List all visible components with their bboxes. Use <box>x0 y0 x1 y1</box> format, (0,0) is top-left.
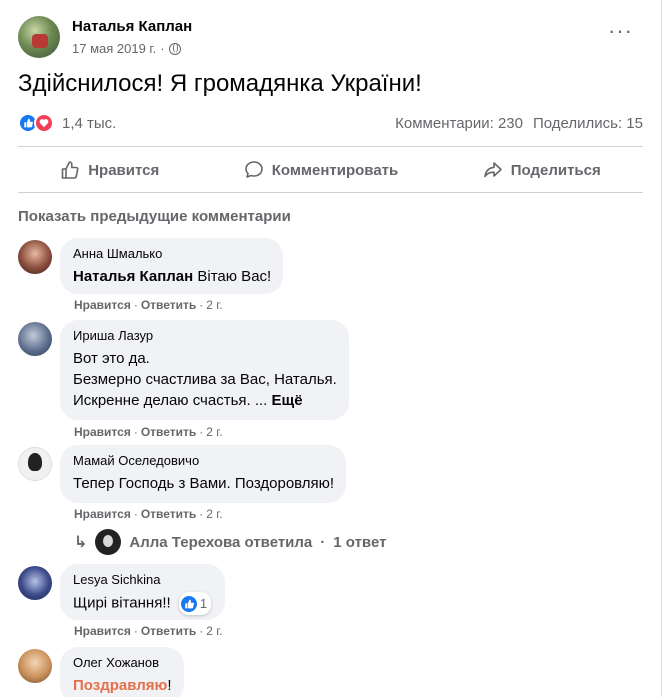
separator: · <box>199 507 204 521</box>
comment-button[interactable]: Комментировать <box>244 160 399 180</box>
post-author[interactable]: Наталья Каплан <box>72 18 192 35</box>
comment-like-button[interactable]: Нравится <box>74 425 131 439</box>
comment-actions: Нравится · Ответить · 2 г. <box>74 298 223 312</box>
comment-reactions[interactable]: 1 <box>178 592 212 615</box>
comment-line: Безмерно счастлива за Вас, Наталья. <box>73 371 337 388</box>
separator: · <box>133 425 138 439</box>
comment-text-content: Вітаю Вас! <box>193 268 272 285</box>
share-label: Поделиться <box>510 161 601 179</box>
comment: Ириша Лазур Вот это да. Безмерно счастли… <box>18 320 349 420</box>
comment-text: Вот это да. Безмерно счастлива за Вас, Н… <box>73 348 337 411</box>
share-arrow-icon <box>483 162 502 178</box>
comment-reply-button[interactable]: Ответить <box>141 507 196 521</box>
comment-time[interactable]: 2 г. <box>206 507 222 521</box>
separator: · <box>133 624 138 638</box>
avatar[interactable] <box>18 322 52 356</box>
mention-link[interactable]: Наталья Каплан <box>73 268 193 285</box>
comment-bubble: Мамай Оселедовичо Тепер Господь з Вами. … <box>60 445 347 503</box>
see-more-link[interactable]: Ещё <box>272 392 303 409</box>
comments-count[interactable]: Комментарии: 230 <box>395 115 523 132</box>
meta-separator: · <box>160 41 165 56</box>
separator: · <box>199 298 204 312</box>
reply-arrow-icon: ↳ <box>74 534 88 551</box>
globe-icon <box>168 42 181 55</box>
avatar[interactable] <box>18 649 52 683</box>
post-date[interactable]: 17 мая 2019 г. <box>72 41 156 56</box>
comment-line-text: Искренне делаю счастья. ... <box>73 392 268 409</box>
separator: · <box>199 425 204 439</box>
reply-summary-text: Алла Терехова ответила <box>129 533 313 551</box>
comment-time[interactable]: 2 г. <box>206 298 222 312</box>
share-button[interactable]: Поделиться <box>483 160 601 180</box>
comment-bubble: Lesya Sichkina Щирі вітання!! 1 <box>60 564 226 620</box>
shares-count[interactable]: Поделились: 15 <box>533 115 643 132</box>
comment-actions: Нравится · Ответить · 2 г. <box>74 425 223 439</box>
thumbs-up-icon <box>61 161 79 179</box>
reply-avatar <box>95 529 122 555</box>
post-action-bar: Нравится Комментировать Поделиться <box>18 148 643 192</box>
post-card: Наталья Каплан 17 мая 2019 г. · ··· Здій… <box>0 0 662 697</box>
comment-reply-button[interactable]: Ответить <box>141 298 196 312</box>
post-stats: 1,4 тыс. Комментарии: 230 Поделились: 15 <box>18 112 643 134</box>
show-previous-comments-link[interactable]: Показать предыдущие комментарии <box>18 208 291 225</box>
post-header: Наталья Каплан 17 мая 2019 г. · <box>18 14 192 60</box>
comment-actions: Нравится · Ответить · 2 г. <box>74 507 223 521</box>
comment-text-content: ! <box>167 677 172 694</box>
comment-reaction-count: 1 <box>199 596 208 611</box>
like-reaction-icon <box>180 595 197 612</box>
comment-reply-button[interactable]: Ответить <box>141 425 196 439</box>
comment-text-content: Щирі вітання!! <box>73 594 171 612</box>
comment-author[interactable]: Анна Шмалько <box>73 246 271 261</box>
view-replies-link[interactable]: ↳ Алла Терехова ответила · 1 ответ <box>74 529 386 555</box>
author-avatar[interactable] <box>18 16 60 58</box>
comment-line: Вот это да. <box>73 350 150 367</box>
comment-reply-button[interactable]: Ответить <box>141 624 196 638</box>
comment-author[interactable]: Олег Хожанов <box>73 655 172 670</box>
post-text: Здійснилося! Я громадянка України! <box>18 70 422 97</box>
reply-count: 1 ответ <box>333 533 387 551</box>
divider <box>18 192 643 193</box>
comment-time[interactable]: 2 г. <box>206 425 222 439</box>
comment-author[interactable]: Мамай Оселедовичо <box>73 453 334 468</box>
comment: Олег Хожанов Поздравляю! <box>18 647 184 697</box>
comment-like-button[interactable]: Нравится <box>74 507 131 521</box>
comment-time[interactable]: 2 г. <box>206 624 222 638</box>
like-button[interactable]: Нравится <box>60 160 159 180</box>
comment-label: Комментировать <box>271 161 399 179</box>
separator: · <box>133 507 138 521</box>
comment-text: Тепер Господь з Вами. Поздоровляю! <box>73 475 335 492</box>
more-options-button[interactable]: ··· <box>608 20 633 42</box>
comment-line: Искренне делаю счастья. ... Ещё <box>73 390 337 411</box>
like-label: Нравится <box>88 161 160 179</box>
separator: · <box>199 624 204 638</box>
avatar[interactable] <box>18 240 52 274</box>
comment-like-button[interactable]: Нравится <box>74 298 131 312</box>
comment-text: Поздравляю! <box>73 675 172 696</box>
comment-author[interactable]: Ириша Лазур <box>73 328 337 343</box>
comment-author[interactable]: Lesya Sichkina <box>73 572 211 587</box>
comment-actions: Нравится · Ответить · 2 г. <box>74 624 223 638</box>
love-reaction-icon <box>34 113 54 133</box>
avatar[interactable] <box>18 447 52 481</box>
comment-bubble: Олег Хожанов Поздравляю! <box>60 647 184 697</box>
post-meta: 17 мая 2019 г. · <box>72 41 192 56</box>
highlighted-word: Поздравляю <box>73 677 168 694</box>
comment-bubble: Анна Шмалько Наталья Каплан Вітаю Вас! <box>60 238 284 294</box>
comment: Lesya Sichkina Щирі вітання!! 1 <box>18 564 226 620</box>
comment-text: Щирі вітання!! 1 <box>73 592 212 615</box>
comment-bubble-icon <box>244 161 263 178</box>
comment-text: Наталья Каплан Вітаю Вас! <box>73 266 271 287</box>
reactions-summary[interactable]: 1,4 тыс. <box>18 113 116 133</box>
comment-like-button[interactable]: Нравится <box>74 624 131 638</box>
reply-separator: · <box>320 533 326 551</box>
divider <box>18 146 643 147</box>
reaction-count: 1,4 тыс. <box>62 114 117 132</box>
separator: · <box>133 298 138 312</box>
comment: Анна Шмалько Наталья Каплан Вітаю Вас! <box>18 238 284 294</box>
comment-bubble: Ириша Лазур Вот это да. Безмерно счастли… <box>60 320 349 420</box>
comment: Мамай Оселедовичо Тепер Господь з Вами. … <box>18 445 347 503</box>
avatar[interactable] <box>18 566 52 600</box>
